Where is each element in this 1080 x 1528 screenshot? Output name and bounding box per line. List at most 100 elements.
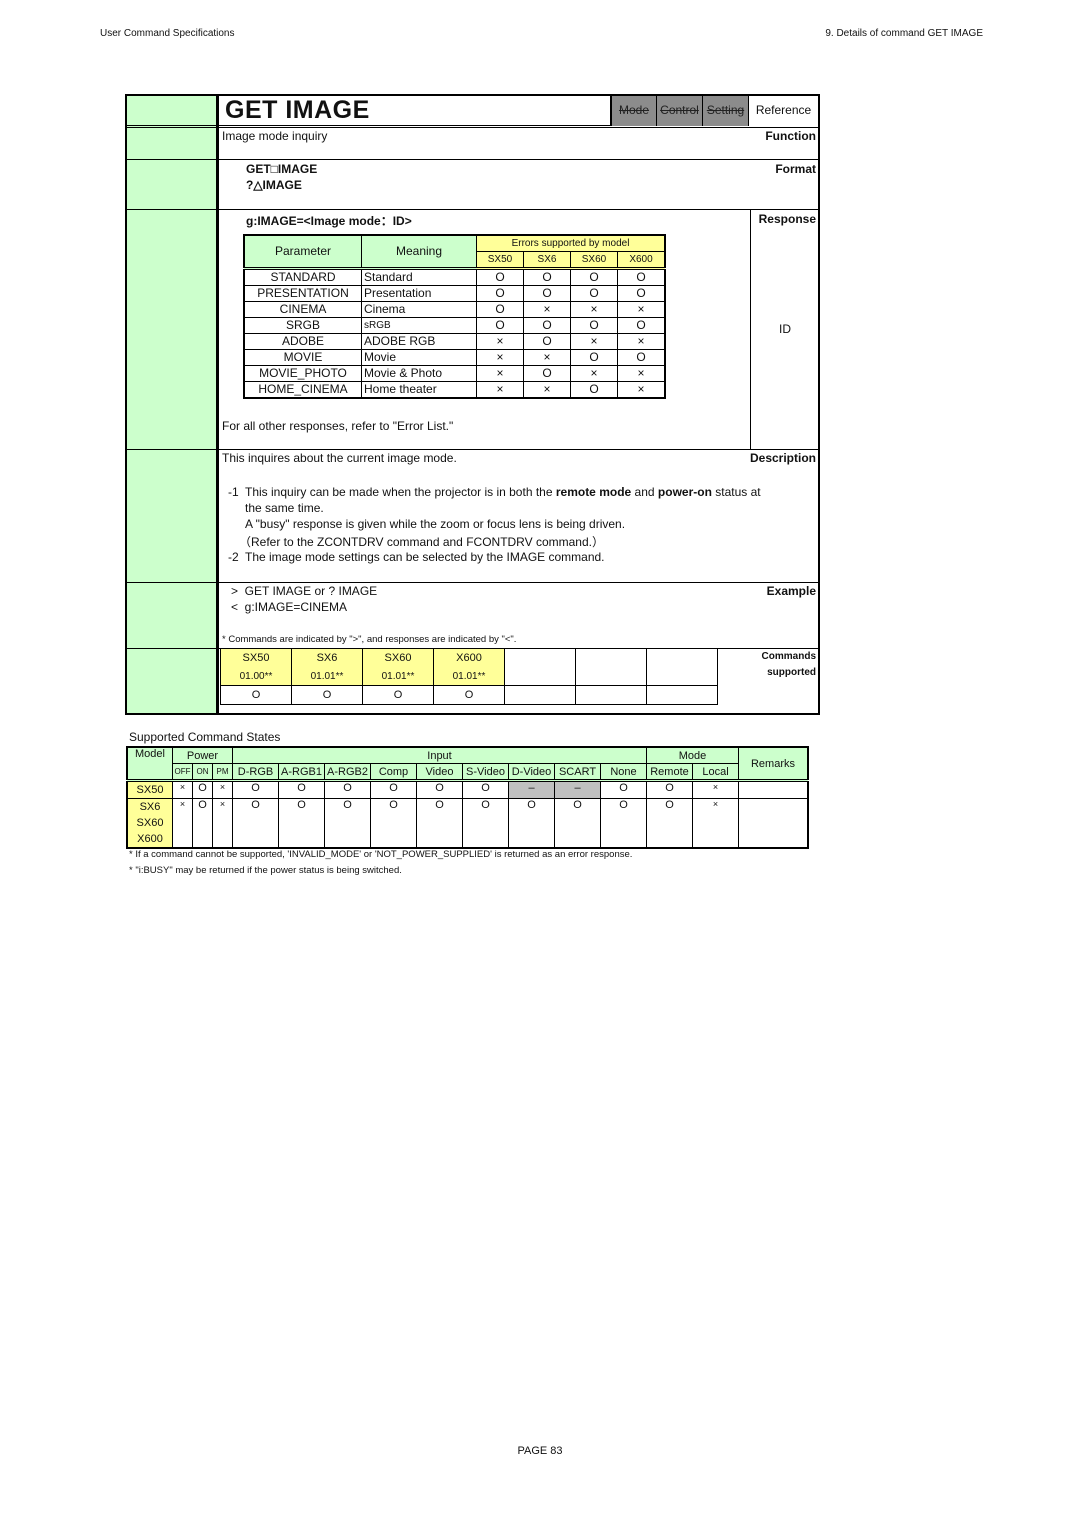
parameter-meaning: Movie xyxy=(361,349,477,366)
supported-states-title: Supported Command States xyxy=(129,730,281,744)
model-name: SX50 xyxy=(128,782,172,798)
parameter-meaning: Cinema xyxy=(361,301,477,318)
support-mark: O xyxy=(617,285,666,302)
parameter-table: Parameter Meaning Errors supported by mo… xyxy=(243,234,666,399)
input-state: O xyxy=(462,779,509,799)
subheader-power: OFF xyxy=(172,763,193,781)
supported-model-name: SX50 xyxy=(220,648,292,667)
page-header-left: User Command Specifications xyxy=(100,28,235,39)
divider xyxy=(127,209,818,210)
parameter-value: SRGB xyxy=(243,317,362,334)
supported-model-mark: O xyxy=(291,685,363,705)
subheader-input: A-RGB1 xyxy=(278,763,325,781)
support-mark: × xyxy=(476,365,524,382)
function-label: Function xyxy=(765,129,816,143)
power-state: × xyxy=(212,798,233,849)
model-cell: SX6 SX60 X600 xyxy=(126,798,173,849)
response-id-column: ID xyxy=(750,210,819,450)
format-label: Format xyxy=(775,162,816,176)
input-state: O xyxy=(278,798,325,849)
parameter-row: PRESENTATION Presentation O O O O xyxy=(243,285,666,302)
header-model: SX50 xyxy=(476,251,524,269)
tag-mode: Mode xyxy=(610,96,656,126)
parameter-meaning: Movie & Photo xyxy=(361,365,477,382)
input-state: O xyxy=(416,798,463,849)
header-meaning: Meaning xyxy=(361,234,477,269)
divider xyxy=(127,159,818,160)
empty-cell xyxy=(575,685,647,705)
parameter-meaning: ADOBE RGB xyxy=(361,333,477,350)
parameter-value: HOME_CINEMA xyxy=(243,381,362,399)
parameter-row: CINEMA Cinema O × × × xyxy=(243,301,666,318)
supported-model-version: 01.01** xyxy=(291,667,363,686)
description-intro: This inquires about the current image mo… xyxy=(222,451,457,465)
empty-cell xyxy=(504,685,576,705)
support-mark: × xyxy=(617,365,666,382)
header-model: SX6 xyxy=(523,251,571,269)
supported-model-version: 01.01** xyxy=(362,667,434,686)
empty-cell xyxy=(646,667,718,686)
empty-cell xyxy=(504,667,576,686)
remarks-cell xyxy=(738,798,809,849)
command-title: GET IMAGE xyxy=(225,96,370,124)
example-command: > GET IMAGE or ? IMAGE xyxy=(231,584,378,598)
note-text: This inquiry can be made when the projec… xyxy=(245,485,556,499)
empty-cell xyxy=(646,685,718,705)
note-text: and xyxy=(631,485,658,499)
support-mark: O xyxy=(617,267,666,286)
power-state: O xyxy=(192,798,213,849)
parameter-value: CINEMA xyxy=(243,301,362,318)
parameter-row: STANDARD Standard O O O O xyxy=(243,267,666,286)
support-mark: × xyxy=(523,349,571,366)
format-line-1: GET□IMAGE xyxy=(246,162,318,176)
mode-state: O xyxy=(646,779,693,799)
support-mark: × xyxy=(570,301,618,318)
note-number-2: -2 xyxy=(228,550,239,564)
subheader-input: SCART xyxy=(554,763,601,781)
input-state: O xyxy=(278,779,325,799)
header-model: Model xyxy=(126,746,173,781)
power-state: O xyxy=(192,779,213,799)
subheader-mode: Remote xyxy=(646,763,693,781)
input-state: O xyxy=(232,779,279,799)
parameter-meaning: Presentation xyxy=(361,285,477,302)
parameter-row: HOME_CINEMA Home theater × × O × xyxy=(243,381,666,399)
support-mark: O xyxy=(523,267,571,286)
header-input: Input xyxy=(232,746,647,764)
subheader-input: D-RGB xyxy=(232,763,279,781)
command-spec-box: Commands GET IMAGE Mode Control Setting … xyxy=(125,94,820,715)
support-mark: O xyxy=(570,349,618,366)
support-mark: O xyxy=(476,301,524,318)
support-mark: O xyxy=(570,267,618,286)
support-mark: O xyxy=(476,285,524,302)
header-remarks: Remarks xyxy=(738,746,809,781)
input-state: O xyxy=(232,798,279,849)
divider xyxy=(127,582,818,583)
example-label: Example xyxy=(766,584,816,598)
subheader-power: PM xyxy=(212,763,233,781)
mode-state: × xyxy=(692,798,739,849)
input-state: O xyxy=(370,779,417,799)
note-2-text: The image mode settings can be selected … xyxy=(245,550,605,564)
support-mark: × xyxy=(476,381,524,399)
subheader-input: A-RGB2 xyxy=(324,763,371,781)
supported-model-version: 01.00** xyxy=(220,667,292,686)
support-mark: × xyxy=(617,381,666,399)
remarks-cell xyxy=(738,779,809,799)
subheader-input: Comp xyxy=(370,763,417,781)
support-mark: × xyxy=(570,365,618,382)
input-state: O xyxy=(600,779,647,799)
note-1-line-3: A "busy" response is given while the zoo… xyxy=(245,517,626,531)
input-state: O xyxy=(462,798,509,849)
input-state: O xyxy=(508,798,555,849)
page-header-right: 9. Details of command GET IMAGE xyxy=(825,28,983,39)
support-mark: O xyxy=(617,317,666,334)
support-mark: O xyxy=(476,317,524,334)
supported-states-table: Model Power Input Mode Remarks OFF ON PM D-… xyxy=(126,746,809,849)
header-model: SX60 xyxy=(570,251,618,269)
parameter-value: MOVIE_PHOTO xyxy=(243,365,362,382)
support-mark: O xyxy=(570,285,618,302)
input-state: O xyxy=(416,779,463,799)
model-cell: SX50 xyxy=(126,779,173,799)
support-mark: O xyxy=(523,333,571,350)
